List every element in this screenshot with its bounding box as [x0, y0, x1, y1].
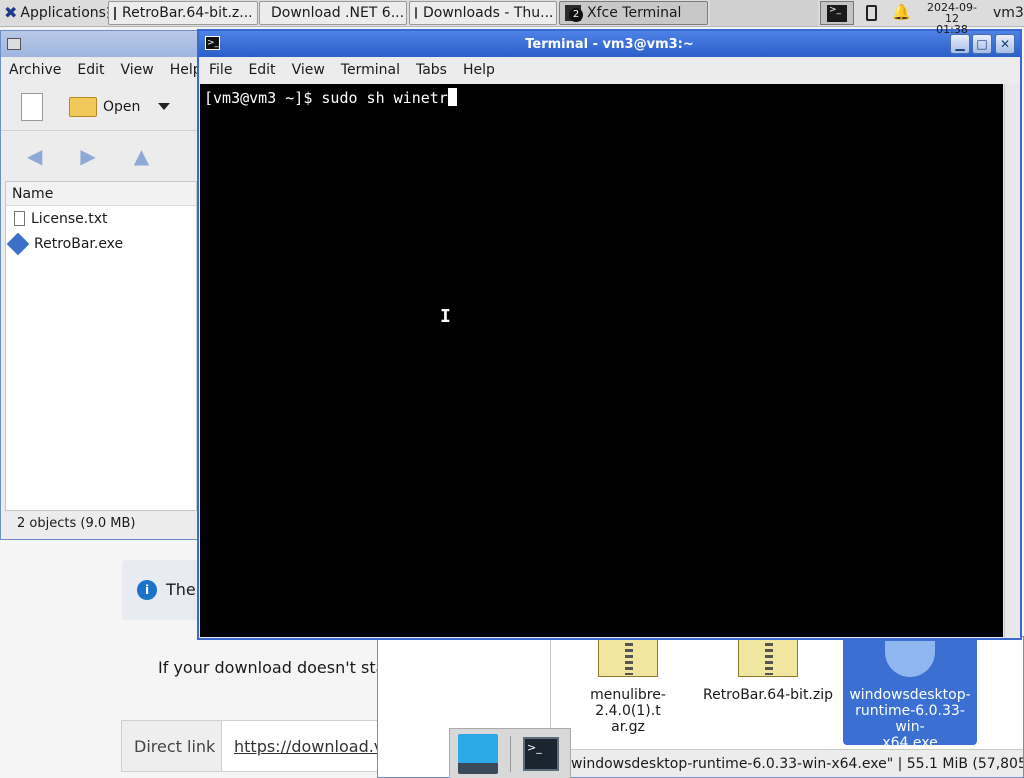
file-item-windowsdesktop-runtime[interactable]: windowsdesktop- runtime-6.0.33-win- x64.… [843, 637, 977, 751]
task-firefox[interactable]: Download .NET 6... [259, 1, 407, 25]
exe-file-icon [6, 232, 30, 255]
direct-link-label: Direct link [134, 737, 216, 756]
close-button[interactable]: ✕ [995, 34, 1015, 54]
tar-archive-icon [598, 637, 658, 677]
dock: >_ [449, 728, 571, 778]
status-text: windowsdesktop-runtime-6.0.33-win-x64.ex… [571, 755, 1023, 772]
text-cursor-icon: I [440, 306, 451, 327]
menu-terminal[interactable]: Terminal [333, 62, 408, 78]
task-downloads[interactable]: Downloads - Thu... [409, 1, 557, 25]
battery-icon[interactable] [866, 5, 877, 21]
gear-icon [885, 641, 935, 677]
archive-menubar: Archive Edit View Help [1, 57, 202, 83]
panel-empty-area [710, 0, 818, 26]
minimize-button[interactable]: ▁ [950, 34, 970, 54]
archive-file-list: Name License.txt RetroBar.exe [5, 181, 197, 511]
text-file-icon [14, 211, 25, 226]
terminal-cursor [447, 88, 457, 106]
file-item-retrobar-zip[interactable]: RetroBar.64-bit.zip [698, 637, 838, 737]
terminal-menubar: File Edit View Terminal Tabs Help [199, 57, 1020, 83]
terminal-prompt-line: [vm3@vm3 ~]$ sudo sh winetr [204, 89, 448, 107]
file-name-line1: menulibre-2.4.0(1).t [590, 687, 666, 719]
terminal-titlebar[interactable]: >_ Terminal - vm3@vm3:~ ▁ □ ✕ [199, 31, 1020, 57]
menu-view[interactable]: View [113, 62, 162, 78]
direct-link-box: Direct link https://download.v [121, 720, 383, 772]
desktop-launcher-icon[interactable] [458, 733, 498, 774]
archive-window: Archive Edit View Help Open ◀ ▶ ▲ Name L… [0, 30, 202, 540]
terminal-tray-button[interactable]: >_ [820, 1, 854, 25]
menu-archive[interactable]: Archive [1, 62, 69, 78]
chevron-down-icon[interactable] [158, 103, 171, 110]
task-xfce-terminal[interactable]: 2 Xfce Terminal [559, 1, 708, 25]
terminal-app-icon: >_ [205, 36, 220, 50]
task-retrobar-archive[interactable]: RetroBar.64-bit.z... [108, 1, 258, 25]
user-name[interactable]: vm3 [993, 5, 1024, 21]
info-icon: i [137, 580, 157, 600]
top-panel: ✖ Applications ⋮ RetroBar.64-bit.z... Do… [0, 0, 1024, 35]
menu-edit[interactable]: Edit [69, 62, 112, 78]
file-name: License.txt [31, 210, 108, 227]
terminal-launcher-icon[interactable]: >_ [523, 736, 559, 771]
menu-file[interactable]: File [201, 62, 240, 78]
dock-separator [510, 735, 511, 772]
file-name: RetroBar.64-bit.zip [702, 687, 834, 703]
back-arrow-icon[interactable]: ◀ [27, 144, 42, 168]
column-header-name[interactable]: Name [6, 182, 196, 206]
direct-link-url[interactable]: https://download.v [234, 737, 383, 756]
file-name-line2: runtime-6.0.33-win- [855, 703, 965, 735]
archive-toolbar: Open [1, 83, 199, 131]
download-text: If your download doesn't star [158, 658, 392, 677]
task-label: Xfce Terminal [587, 5, 682, 21]
task-label: RetroBar.64-bit.z... [122, 5, 253, 21]
archive-titlebar[interactable] [1, 31, 199, 57]
task-label: Downloads - Thu... [423, 5, 554, 21]
menu-view[interactable]: View [284, 62, 333, 78]
terminal-window: >_ Terminal - vm3@vm3:~ ▁ □ ✕ File Edit … [197, 29, 1022, 640]
file-name-line2: ar.gz [611, 719, 645, 735]
maximize-button[interactable]: □ [972, 34, 992, 54]
notification-bell-icon[interactable]: 🔔 [892, 3, 911, 21]
open-button[interactable]: Open [69, 96, 171, 117]
window-title: Terminal - vm3@vm3:~ [525, 36, 694, 52]
file-item-menulibre[interactable]: menulibre-2.4.0(1).t ar.gz [558, 637, 698, 737]
terminal-icon: 2 [565, 5, 583, 22]
folder-open-icon [69, 96, 97, 117]
clock[interactable]: 2024-09-12 01:38 [922, 2, 982, 35]
list-item[interactable]: RetroBar.exe [6, 231, 196, 256]
list-item[interactable]: License.txt [6, 206, 196, 231]
file-name-line1: windowsdesktop- [849, 687, 971, 703]
terminal-screen[interactable]: [vm3@vm3 ~]$ sudo sh winetr I [200, 84, 1003, 637]
thunar-statusbar: windowsdesktop-runtime-6.0.33-win-x64.ex… [551, 749, 1023, 777]
applications-label: Applications [20, 4, 106, 21]
notice-text: The [166, 580, 196, 599]
archive-icon [114, 6, 116, 20]
folder-icon [415, 7, 417, 19]
archive-navbar: ◀ ▶ ▲ [1, 131, 199, 181]
up-arrow-icon[interactable]: ▲ [134, 144, 149, 168]
xfce-logo-icon: ✖ [4, 3, 18, 22]
open-label: Open [103, 98, 141, 115]
menu-tabs[interactable]: Tabs [408, 62, 455, 78]
archive-app-icon [7, 38, 21, 50]
task-count-badge: 2 [569, 8, 583, 22]
terminal-tray-icon: >_ [827, 4, 847, 22]
terminal-scrollbar[interactable] [1004, 84, 1020, 637]
forward-arrow-icon[interactable]: ▶ [80, 144, 95, 168]
clock-date: 2024-09-12 [927, 1, 977, 25]
menu-help[interactable]: Help [455, 62, 503, 78]
archive-statusbar: 2 objects (9.0 MB) [17, 516, 136, 531]
new-archive-icon[interactable] [21, 92, 43, 121]
task-label: Download .NET 6... [271, 5, 405, 21]
zip-archive-icon [738, 637, 798, 677]
applications-menu[interactable]: ✖ Applications [4, 3, 106, 22]
clock-time: 01:38 [936, 23, 968, 36]
file-name: RetroBar.exe [34, 235, 124, 252]
menu-edit[interactable]: Edit [240, 62, 283, 78]
